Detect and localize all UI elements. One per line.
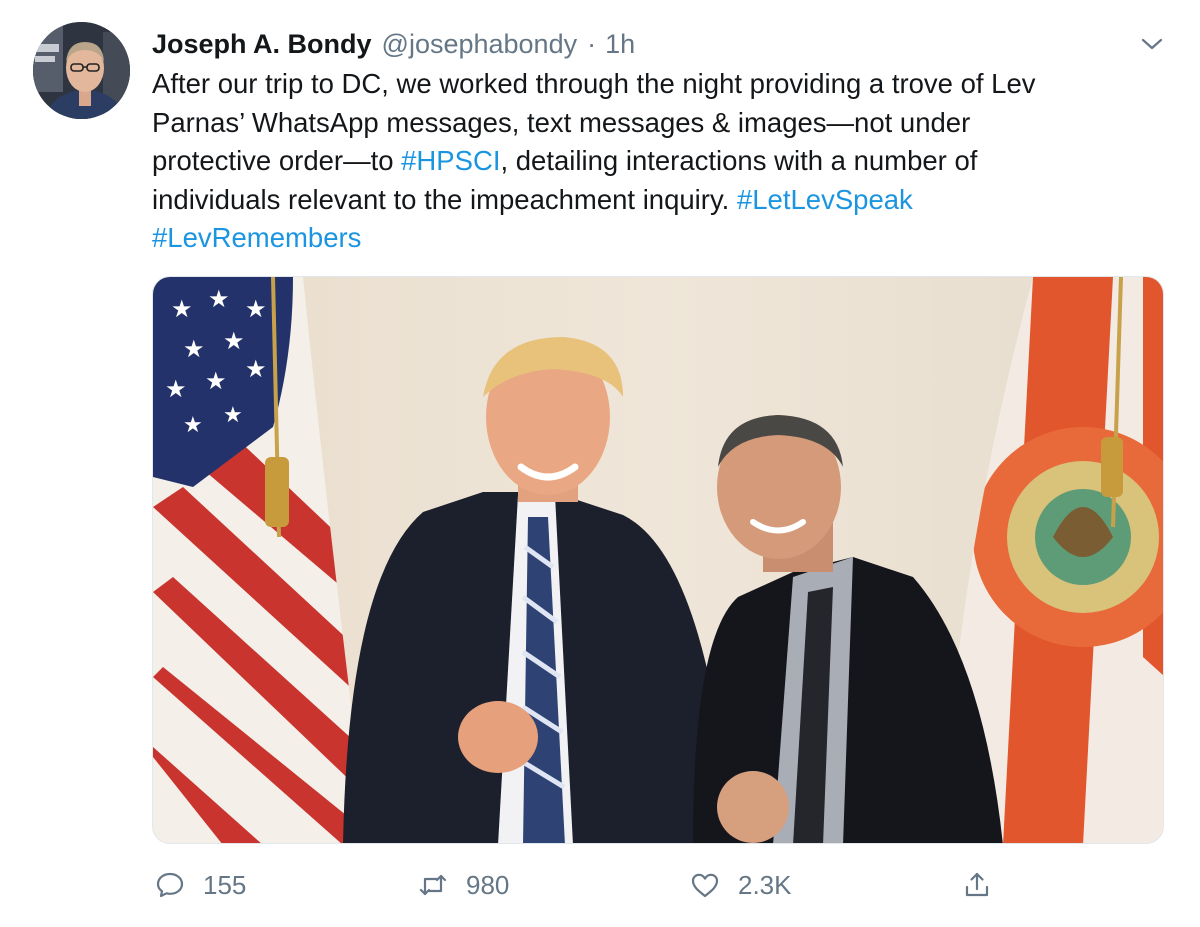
like-button[interactable]: 2.3K	[690, 860, 792, 910]
svg-text:★: ★	[183, 412, 203, 437]
svg-text:★: ★	[205, 368, 227, 395]
svg-text:★: ★	[183, 336, 205, 363]
svg-text:★: ★	[223, 328, 245, 355]
share-icon	[965, 872, 989, 897]
svg-text:★: ★	[171, 296, 193, 323]
author-handle[interactable]: @josephabondy	[382, 29, 578, 60]
svg-text:★: ★	[223, 402, 243, 427]
svg-text:★: ★	[245, 356, 267, 383]
tweet-text-line: #LevRemembers	[152, 219, 1162, 258]
tweet-text: After our trip to DC, we worked through …	[152, 65, 1162, 258]
tweet-text-line: Parnas’ WhatsApp messages, text messages…	[152, 104, 1162, 143]
svg-text:★: ★	[165, 376, 187, 403]
retweet-icon	[419, 874, 447, 896]
tweet-text-segment: individuals relevant to the impeachment …	[152, 183, 737, 215]
tweet-text-segment: protective order—to	[152, 145, 402, 176]
hashtag-link[interactable]: #HPSCI	[401, 145, 500, 176]
reply-bubble-icon	[156, 872, 184, 898]
author-name[interactable]: Joseph A. Bondy	[152, 29, 372, 60]
chevron-down-icon[interactable]	[1136, 30, 1168, 58]
hashtag-link[interactable]: #LevRemembers	[152, 222, 361, 253]
retweet-button[interactable]: 980	[418, 860, 509, 910]
tweet-text-line: After our trip to DC, we worked through …	[152, 65, 1162, 104]
separator-dot: ·	[587, 28, 597, 59]
reply-count: 155	[203, 869, 247, 900]
hashtag-link[interactable]: #LetLevSpeak	[737, 184, 913, 215]
tweet-text-segment: After our trip to DC, we worked through …	[152, 68, 1036, 99]
tweet-card[interactable]: Joseph A. Bondy @josephabondy · 1h After…	[0, 0, 1200, 927]
tweet-text-line: protective order—to #HPSCI, detailing in…	[152, 142, 1162, 181]
tweet-actions: 155 980 2.3K	[0, 860, 1200, 910]
tweet-text-line: individuals relevant to the impeachment …	[152, 181, 1162, 220]
svg-text:★: ★	[208, 286, 230, 313]
tweet-photo[interactable]: ★ ★ ★ ★ ★ ★ ★ ★ ★ ★	[152, 276, 1164, 844]
reply-button[interactable]: 155	[155, 860, 246, 910]
tweet-header: Joseph A. Bondy @josephabondy · 1h	[152, 24, 635, 64]
like-count: 2.3K	[738, 869, 792, 900]
svg-text:★: ★	[245, 296, 267, 323]
tweet-text-segment: Parnas’ WhatsApp messages, text messages…	[152, 106, 971, 138]
heart-icon	[691, 873, 719, 898]
avatar[interactable]	[33, 22, 130, 119]
timestamp[interactable]: 1h	[605, 29, 635, 60]
share-button[interactable]	[962, 860, 992, 910]
retweet-count: 980	[466, 869, 510, 900]
tweet-text-segment: , detailing interactions with a number o…	[500, 145, 978, 176]
